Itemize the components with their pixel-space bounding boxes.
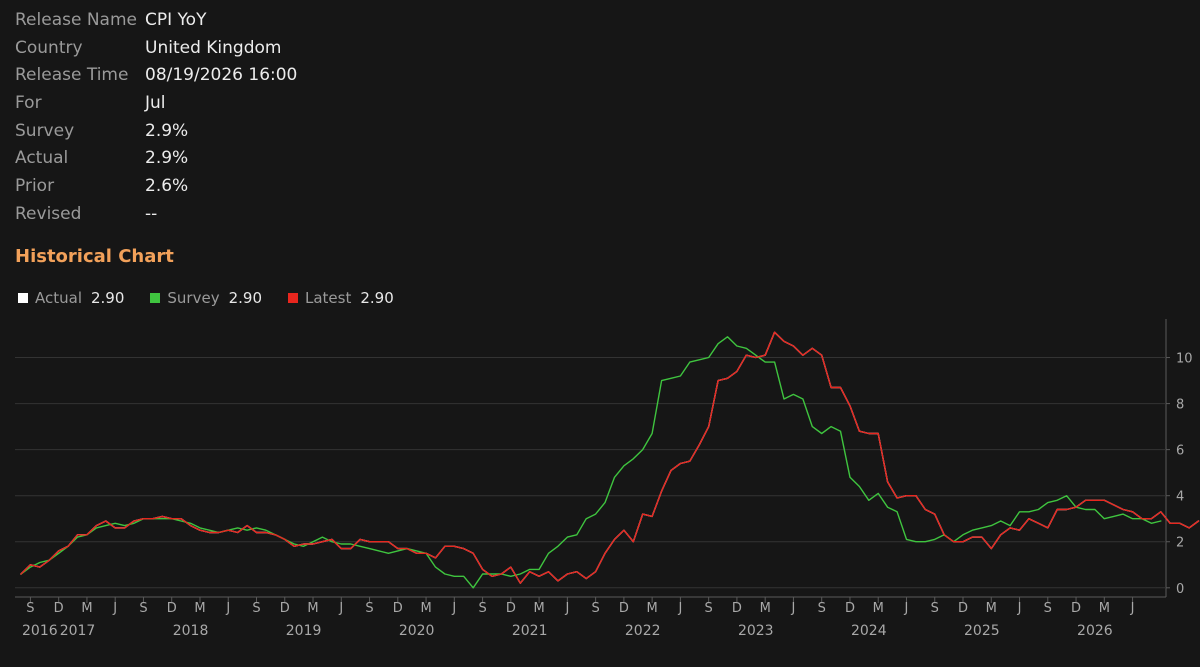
y-tick-label: 6 — [1176, 444, 1184, 459]
x-tick-label: J — [451, 601, 456, 616]
x-tick-label: J — [112, 601, 117, 616]
x-tick-label: J — [225, 601, 230, 616]
x-tick-label: D — [845, 601, 855, 616]
info-value: 2.9% — [145, 120, 189, 141]
x-year-label: 2019 — [286, 623, 322, 639]
x-tick-label: D — [619, 601, 629, 616]
info-label: For — [15, 93, 42, 114]
info-label: Release Time — [15, 65, 129, 86]
x-year-label: 2024 — [851, 623, 887, 639]
legend-value: 2.90 — [360, 289, 394, 307]
x-tick-label: S — [365, 601, 373, 616]
x-tick-label: S — [591, 601, 599, 616]
release-info: Release Name CPI YoY Country United King… — [15, 7, 297, 229]
x-year-label: 2025 — [964, 623, 1000, 639]
x-year-label: 2017 — [60, 623, 96, 639]
x-tick-label: D — [732, 601, 742, 616]
info-value: 08/19/2026 16:00 — [145, 65, 298, 86]
x-tick-label: M — [760, 601, 771, 616]
x-year-label: 2016 — [22, 623, 58, 639]
x-tick-label: D — [506, 601, 516, 616]
info-value: CPI YoY — [145, 10, 207, 30]
info-row-survey: Survey 2.9% — [15, 118, 297, 146]
x-year-label: 2023 — [738, 623, 774, 639]
legend-value: 2.90 — [91, 289, 125, 307]
legend-item-survey[interactable]: Survey 2.90 — [150, 289, 262, 307]
legend-swatch-survey — [150, 293, 161, 303]
x-year-label: 2022 — [625, 623, 661, 639]
info-label: Actual — [15, 148, 69, 169]
x-year-label: 2026 — [1077, 623, 1113, 639]
y-tick-label: 2 — [1176, 536, 1184, 551]
section-title: Historical Chart — [15, 246, 174, 267]
x-tick-label: M — [194, 601, 205, 616]
x-tick-label: J — [1017, 601, 1022, 616]
historical-chart[interactable]: 0 2 4 6 8 10 S D M J S D M J S D M J S D M J S D M J S D M J S D M J S D M J S… — [0, 315, 1200, 667]
info-row-country: Country United Kingdom — [15, 35, 297, 63]
x-year-label: 2018 — [173, 623, 209, 639]
y-tick-label: 0 — [1176, 582, 1184, 597]
info-row-for: For Jul — [15, 90, 297, 118]
x-tick-label: S — [818, 601, 826, 616]
chart-legend: Actual 2.90 Survey 2.90 Latest 2.90 — [18, 289, 420, 307]
y-tick-label: 8 — [1176, 398, 1184, 413]
x-year-label: 2021 — [512, 623, 548, 639]
x-tick-label: S — [139, 601, 147, 616]
x-tick-label: M — [986, 601, 997, 616]
legend-value: 2.90 — [228, 289, 262, 307]
x-tick-label: J — [564, 601, 569, 616]
series-line-latest — [20, 331, 1200, 584]
x-tick-label: J — [1130, 601, 1135, 616]
legend-swatch-actual — [18, 293, 28, 303]
x-tick-label: S — [478, 601, 486, 616]
info-value: 2.9% — [145, 148, 189, 169]
legend-swatch-latest — [288, 293, 298, 303]
info-label: Release Name — [15, 10, 137, 30]
info-label: Prior — [15, 176, 55, 197]
x-tick-label: S — [26, 601, 34, 616]
info-row-prior: Prior 2.6% — [15, 173, 297, 201]
x-tick-label: M — [81, 601, 92, 616]
y-tick-label: 10 — [1176, 352, 1193, 367]
legend-label: Survey — [167, 289, 220, 307]
info-value: -- — [145, 203, 158, 224]
info-value: United Kingdom — [145, 37, 282, 58]
x-tick-label: S — [1044, 601, 1052, 616]
info-row-actual: Actual 2.9% — [15, 145, 297, 173]
x-tick-label: J — [904, 601, 909, 616]
info-row-release-name: Release Name CPI YoY — [15, 7, 297, 35]
info-label: Country — [15, 37, 83, 58]
x-tick-label: M — [420, 601, 431, 616]
x-tick-label: M — [533, 601, 544, 616]
legend-label: Actual — [35, 289, 82, 307]
x-tick-label: J — [677, 601, 682, 616]
info-value: 2.6% — [145, 176, 189, 197]
x-year-label: 2020 — [399, 623, 435, 639]
x-tick-label: S — [252, 601, 260, 616]
info-row-revised: Revised -- — [15, 201, 297, 229]
series-line-survey — [20, 336, 1162, 589]
info-label: Survey — [15, 120, 75, 141]
info-row-release-time: Release Time 08/19/2026 16:00 — [15, 62, 297, 90]
x-tick-label: M — [1099, 601, 1110, 616]
y-tick-label: 4 — [1176, 490, 1184, 505]
x-tick-label: M — [307, 601, 318, 616]
legend-item-actual[interactable]: Actual 2.90 — [18, 289, 124, 307]
x-tick-label: S — [705, 601, 713, 616]
x-tick-label: S — [931, 601, 939, 616]
info-label: Revised — [15, 203, 82, 224]
x-tick-label: M — [873, 601, 884, 616]
x-tick-label: D — [393, 601, 403, 616]
x-tick-label: J — [791, 601, 796, 616]
x-tick-label: D — [280, 601, 290, 616]
x-tick-label: J — [338, 601, 343, 616]
x-tick-label: D — [958, 601, 968, 616]
legend-label: Latest — [305, 289, 352, 307]
x-tick-label: M — [647, 601, 658, 616]
x-tick-label: D — [54, 601, 64, 616]
x-tick-label: D — [167, 601, 177, 616]
info-value: Jul — [145, 93, 166, 114]
legend-item-latest[interactable]: Latest 2.90 — [288, 289, 394, 307]
x-tick-label: D — [1071, 601, 1081, 616]
